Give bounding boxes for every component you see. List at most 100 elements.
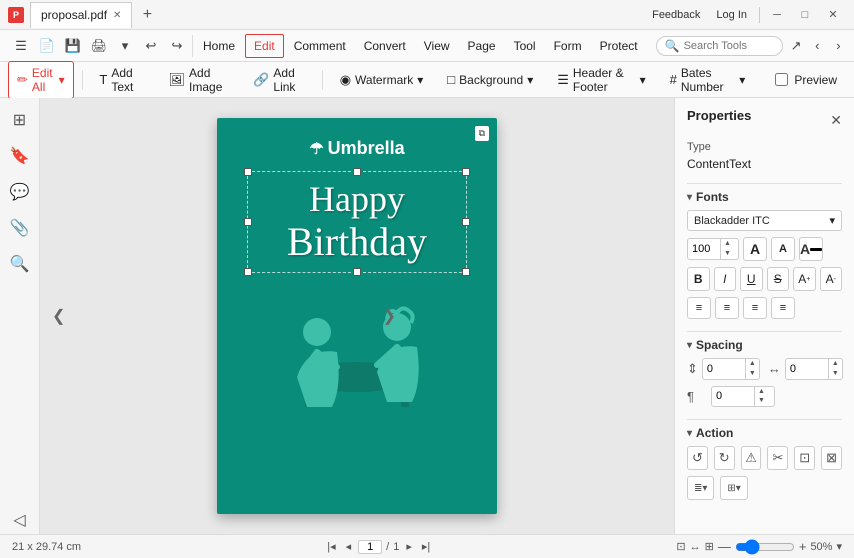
fit-page-icon[interactable]: ⊡	[676, 540, 685, 553]
print-button[interactable]: 🖨	[88, 35, 110, 57]
char-spacing-down-icon[interactable]: ▼	[829, 369, 842, 379]
prev-nav-icon[interactable]: ‹	[808, 35, 827, 57]
font-size-up-icon[interactable]: ▲	[721, 239, 734, 249]
extract-button[interactable]: ⊠	[821, 446, 842, 470]
page-number-input[interactable]	[358, 540, 382, 554]
add-text-button[interactable]: T Add Text	[90, 61, 153, 99]
edit-all-dropdown-icon[interactable]: ▾	[59, 73, 65, 87]
para-spacing-down-icon[interactable]: ▼	[755, 396, 768, 406]
external-link-icon[interactable]: ↗	[787, 35, 806, 57]
fonts-section-header[interactable]: ▾ Fonts	[687, 190, 842, 204]
menu-convert[interactable]: Convert	[356, 35, 414, 57]
next-nav-icon[interactable]: ›	[829, 35, 848, 57]
search-tools-input[interactable]	[684, 40, 774, 52]
para-spacing-input[interactable]: ▲ ▼	[711, 386, 775, 408]
add-image-button[interactable]: 🖼 Add Image	[160, 61, 239, 99]
font-size-box[interactable]: ▲ ▼	[687, 238, 739, 260]
line-spacing-input[interactable]: ▲ ▼	[702, 358, 760, 380]
menu-protect[interactable]: Protect	[592, 35, 646, 57]
subscript-button[interactable]: A-	[820, 267, 843, 291]
preview-checkbox[interactable]	[775, 73, 788, 86]
superscript-button[interactable]: A+	[793, 267, 816, 291]
collapse-sidebar-icon[interactable]: ◁	[6, 506, 34, 534]
tab-close-icon[interactable]: ✕	[113, 10, 121, 21]
close-properties-icon[interactable]: ✕	[830, 112, 842, 129]
dropdown-more[interactable]: ▾	[114, 35, 136, 57]
sidebar-item-pages[interactable]: ⊞	[6, 106, 34, 134]
align-center-button[interactable]: ≡	[715, 297, 739, 319]
sidebar-item-attachments[interactable]: 📎	[6, 214, 34, 242]
undo-button[interactable]: ↩	[140, 35, 162, 57]
first-page-btn[interactable]: |◂	[324, 540, 338, 553]
watermark-button[interactable]: ◉ Watermark ▾	[331, 67, 433, 93]
zoom-in-icon[interactable]: +	[799, 539, 807, 554]
new-tab-button[interactable]: +	[134, 2, 160, 28]
redo-button[interactable]: ↪	[166, 35, 188, 57]
char-spacing-input[interactable]: ▲ ▼	[785, 358, 843, 380]
flip-v-button[interactable]: ✂	[767, 446, 788, 470]
link-action-button[interactable]: ≣▾	[687, 476, 714, 500]
resize-handle-bm[interactable]	[353, 268, 361, 276]
preview-button[interactable]: Preview	[766, 68, 846, 92]
document-tab[interactable]: proposal.pdf ✕	[30, 2, 132, 28]
font-size-increase-btn[interactable]: A	[743, 237, 767, 261]
line-spacing-up-icon[interactable]: ▲	[746, 359, 759, 369]
line-spacing-down-icon[interactable]: ▼	[746, 369, 759, 379]
resize-handle-bl[interactable]	[244, 268, 252, 276]
minimize-button[interactable]: ─	[764, 5, 790, 25]
para-spacing-up-icon[interactable]: ▲	[755, 387, 768, 397]
underline-button[interactable]: U	[740, 267, 763, 291]
last-page-btn[interactable]: ▸|	[419, 540, 433, 553]
prev-page-btn[interactable]: ◂	[343, 540, 355, 553]
resize-handle-ml[interactable]	[244, 218, 252, 226]
sidebar-item-comments[interactable]: 💬	[6, 178, 34, 206]
fit-width-icon[interactable]: ↔	[690, 541, 701, 553]
maximize-button[interactable]: □	[792, 5, 818, 25]
font-size-input[interactable]	[688, 241, 720, 257]
menu-view[interactable]: View	[416, 35, 458, 57]
zoom-range-input[interactable]	[735, 539, 795, 555]
crop-button[interactable]: ⊡	[794, 446, 815, 470]
resize-handle-br[interactable]	[462, 268, 470, 276]
prev-page-arrow[interactable]: ❮	[44, 298, 73, 334]
zoom-out-icon[interactable]: —	[718, 539, 731, 554]
menu-home[interactable]: Home	[195, 35, 243, 57]
align-justify-button[interactable]: ≡	[771, 297, 795, 319]
menu-file[interactable]: ☰	[10, 35, 32, 57]
resize-handle-mr[interactable]	[462, 218, 470, 226]
bold-button[interactable]: B	[687, 267, 710, 291]
sidebar-item-search[interactable]: 🔍	[6, 250, 34, 278]
menu-edit[interactable]: Edit	[245, 34, 284, 58]
menu-tool[interactable]: Tool	[506, 35, 544, 57]
resize-handle-tm[interactable]	[353, 168, 361, 176]
font-size-down-icon[interactable]: ▼	[721, 249, 734, 259]
zoom-dropdown-icon[interactable]: ▾	[836, 540, 842, 553]
strikethrough-button[interactable]: S	[767, 267, 790, 291]
menu-form[interactable]: Form	[546, 35, 590, 57]
open-button[interactable]: 📄	[36, 35, 58, 57]
font-color-btn[interactable]: A	[799, 237, 823, 261]
resize-handle-tr[interactable]	[462, 168, 470, 176]
save-button[interactable]: 💾	[62, 35, 84, 57]
header-footer-button[interactable]: ☰ Header & Footer ▾	[548, 61, 654, 99]
line-spacing-value[interactable]	[703, 361, 745, 377]
font-family-dropdown[interactable]: Blackadder ITC ▾	[687, 210, 842, 231]
font-size-decrease-btn[interactable]: A	[771, 237, 795, 261]
action-section-header[interactable]: ▾ Action	[687, 426, 842, 440]
spacing-section-header[interactable]: ▾ Spacing	[687, 338, 842, 352]
search-tools-box[interactable]: 🔍	[656, 36, 783, 56]
italic-button[interactable]: I	[714, 267, 737, 291]
sidebar-item-bookmarks[interactable]: 🔖	[6, 142, 34, 170]
edit-all-button[interactable]: ✏ Edit All ▾	[8, 61, 74, 99]
birthday-textbox[interactable]: Happy Birthday	[247, 171, 467, 273]
rotate-ccw-button[interactable]: ↺	[687, 446, 708, 470]
para-spacing-value[interactable]	[712, 388, 754, 404]
menu-page[interactable]: Page	[460, 35, 504, 57]
rotate-cw-button[interactable]: ↻	[714, 446, 735, 470]
actual-size-icon[interactable]: ⊞	[705, 540, 714, 553]
bates-number-button[interactable]: # Bates Number ▾	[661, 61, 755, 99]
align-left-button[interactable]: ≡	[687, 297, 711, 319]
char-spacing-up-icon[interactable]: ▲	[829, 359, 842, 369]
feedback-button[interactable]: Feedback	[644, 7, 708, 23]
add-link-button[interactable]: 🔗 Add Link	[244, 61, 314, 99]
